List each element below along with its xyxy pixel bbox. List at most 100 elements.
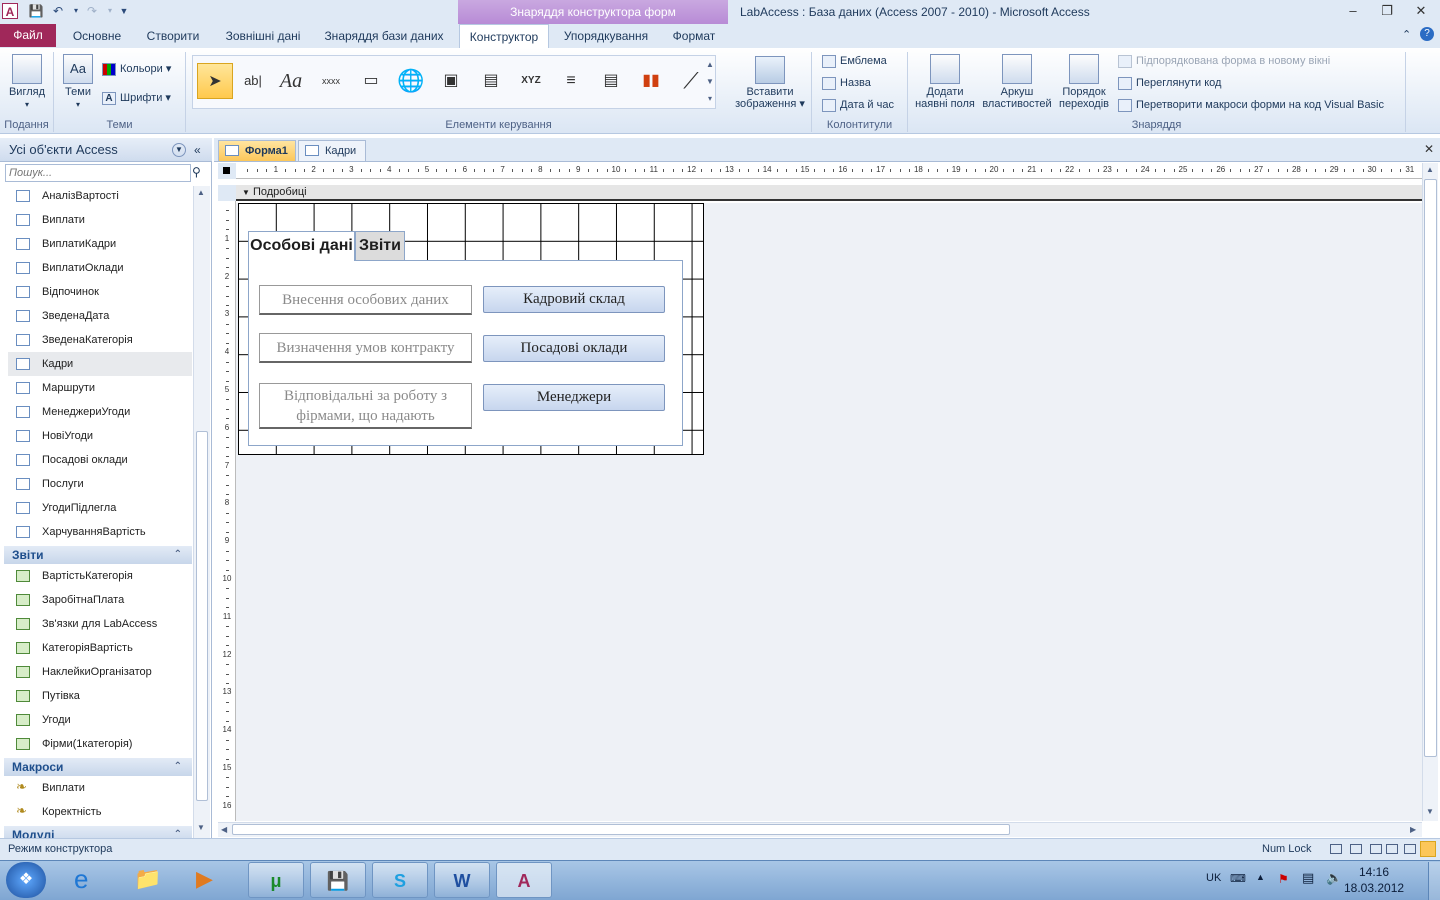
keyboard-icon[interactable]: ⌨: [1230, 872, 1246, 885]
scroll-up-icon[interactable]: ▲: [1426, 165, 1434, 174]
scroll-down-icon[interactable]: ▼: [1426, 807, 1434, 816]
fonts-button[interactable]: A Шрифти ▾: [102, 91, 171, 105]
network-icon[interactable]: ▤: [1302, 870, 1314, 886]
nav-item[interactable]: Путівка: [8, 684, 192, 708]
chart-control-icon[interactable]: ▮▮: [633, 63, 669, 99]
option-group-icon[interactable]: XYZ: [513, 63, 549, 99]
view-code-button[interactable]: Переглянути код: [1118, 76, 1221, 90]
combo-box-icon[interactable]: ▤: [593, 63, 629, 99]
managers-button[interactable]: Менеджери: [483, 384, 665, 411]
detail-section-bar[interactable]: ▼ Подробиці: [236, 185, 1422, 201]
volume-icon[interactable]: 🔈: [1326, 870, 1342, 886]
add-existing-fields-button[interactable]: Додати наявні поля: [912, 54, 978, 110]
close-document-icon[interactable]: ✕: [1424, 142, 1434, 156]
explorer-icon[interactable]: 📁: [134, 866, 161, 892]
scroll-right-icon[interactable]: ▶: [1410, 825, 1416, 834]
tab-format[interactable]: Формат: [664, 24, 724, 48]
nav-section-macros[interactable]: Макроси ⌃: [4, 758, 192, 776]
button-control-icon[interactable]: xxxx: [313, 63, 349, 99]
restore-button[interactable]: ❐: [1374, 2, 1400, 20]
nav-scroll-up-icon[interactable]: ▲: [197, 188, 205, 197]
select-pointer-icon[interactable]: ➤: [197, 63, 233, 99]
layout-view-icon[interactable]: [1404, 844, 1416, 854]
nav-item[interactable]: Фірми(1категорія): [8, 732, 192, 756]
nav-item[interactable]: Виплати: [8, 208, 192, 232]
nav-scrollbar[interactable]: ▲ ▼: [193, 186, 210, 838]
tab-external-data[interactable]: Зовнішні дані: [216, 24, 310, 48]
redo-icon[interactable]: ↷: [84, 3, 100, 19]
nav-item[interactable]: МенеджериУгоди: [8, 400, 192, 424]
nav-search-input[interactable]: [5, 164, 191, 182]
nav-item[interactable]: НовіУгоди: [8, 424, 192, 448]
show-hidden-icons-icon[interactable]: ▲: [1256, 872, 1265, 882]
undo-dropdown-icon[interactable]: ▾: [68, 3, 84, 19]
nav-scroll-down-icon[interactable]: ▼: [197, 823, 205, 832]
nav-collapse-icon[interactable]: «: [194, 143, 201, 157]
pivot-chart-view-icon[interactable]: [1386, 844, 1398, 854]
tab-create[interactable]: Створити: [138, 24, 208, 48]
nav-item[interactable]: Послуги: [8, 472, 192, 496]
horizontal-scroll-thumb[interactable]: [232, 824, 1010, 835]
salaries-button[interactable]: Посадові оклади: [483, 335, 665, 362]
gallery-more-icon[interactable]: ▲ ▼ ▾: [705, 56, 715, 108]
nav-item[interactable]: Відпочинок: [8, 280, 192, 304]
property-sheet-button[interactable]: Аркуш властивостей: [980, 54, 1054, 110]
colors-button[interactable]: Кольори ▾: [102, 62, 171, 76]
label-control-icon[interactable]: Aa: [273, 63, 309, 99]
nav-item[interactable]: ЗведенаКатегорія: [8, 328, 192, 352]
tab-design[interactable]: Конструктор: [459, 24, 549, 48]
line-control-icon[interactable]: ⟋: [673, 63, 709, 99]
web-browser-control-icon[interactable]: ▣: [433, 63, 469, 99]
skype-taskbar-icon[interactable]: S: [372, 862, 428, 898]
show-desktop-button[interactable]: [1428, 862, 1440, 900]
themes-button[interactable]: Aa Теми ▾: [58, 54, 98, 111]
horizontal-ruler[interactable]: 1 2 3 4 5 6 7 8 9 10 11 12 13 14 15 16 17 18 19 20 21 22 23 24 2…: [236, 163, 1422, 179]
date-time-button[interactable]: Дата й час: [822, 98, 894, 112]
nav-item[interactable]: КатегоріяВартість: [8, 636, 192, 660]
tab-arrange[interactable]: Упорядкування: [556, 24, 656, 48]
nav-item[interactable]: Посадові оклади: [8, 448, 192, 472]
help-icon[interactable]: ?: [1420, 27, 1434, 41]
nav-item[interactable]: ВиплатиКадри: [8, 232, 192, 256]
action-center-icon[interactable]: ⚑: [1278, 872, 1289, 886]
datasheet-view-icon[interactable]: [1350, 844, 1362, 854]
form-view-icon[interactable]: [1330, 844, 1342, 854]
doc-tab-form1[interactable]: Форма1: [218, 140, 296, 161]
insert-image-button[interactable]: Вставити зображення ▾: [730, 56, 810, 110]
form-tab-personal-data[interactable]: Особові дані: [248, 231, 355, 261]
nav-item[interactable]: ЗаробітнаПлата: [8, 588, 192, 612]
taskbar-clock[interactable]: 14:16 18.03.2012: [1344, 864, 1404, 896]
nav-item[interactable]: ❧ Коректність: [8, 800, 192, 824]
ie-icon[interactable]: e: [74, 864, 88, 895]
vertical-scrollbar[interactable]: ▲ ▼: [1422, 163, 1438, 821]
customize-qat-icon[interactable]: ▼: [116, 3, 132, 19]
tab-control-icon[interactable]: ▭: [353, 63, 389, 99]
nav-item[interactable]: ЗведенаДата: [8, 304, 192, 328]
close-button[interactable]: ✕: [1408, 2, 1434, 20]
view-button[interactable]: Вигляд ▾: [4, 54, 50, 111]
minimize-button[interactable]: –: [1340, 2, 1366, 20]
ruler-corner[interactable]: [218, 163, 236, 179]
tab-order-button[interactable]: Порядок переходів: [1056, 54, 1112, 110]
nav-item[interactable]: Маршрути: [8, 376, 192, 400]
access-taskbar-icon[interactable]: A: [496, 862, 552, 898]
doc-tab-kadry[interactable]: Кадри: [298, 140, 366, 161]
logo-button[interactable]: Емблема: [822, 54, 887, 68]
nav-item[interactable]: Зв'язки для LabAccess: [8, 612, 192, 636]
tab-home[interactable]: Основне: [62, 24, 132, 48]
undo-icon[interactable]: ↶: [50, 3, 66, 19]
start-button-icon[interactable]: ❖: [6, 862, 46, 898]
label-contract-terms[interactable]: Визначення умов контракту: [259, 333, 472, 363]
nav-item[interactable]: ХарчуванняВартість: [8, 520, 192, 544]
vertical-scroll-thumb[interactable]: [1424, 179, 1437, 757]
nav-item[interactable]: Угоди: [8, 708, 192, 732]
label-enter-personal-data[interactable]: Внесення особових даних: [259, 285, 472, 315]
convert-macros-button[interactable]: Перетворити макроси форми на код Visual …: [1118, 98, 1384, 112]
tab-file[interactable]: Файл: [0, 24, 56, 47]
nav-section-reports[interactable]: Звіти ⌃: [4, 546, 192, 564]
textbox-control-icon[interactable]: ab|: [235, 63, 271, 99]
nav-item[interactable]: ВартістьКатегорія: [8, 564, 192, 588]
nav-item[interactable]: АналізВартості: [8, 184, 192, 208]
vertical-ruler[interactable]: 1 2 3 4 5 6 7 8 9 10 11 12 13 14 15 16: [218, 201, 236, 821]
form-tab-reports[interactable]: Звіти: [355, 231, 405, 260]
